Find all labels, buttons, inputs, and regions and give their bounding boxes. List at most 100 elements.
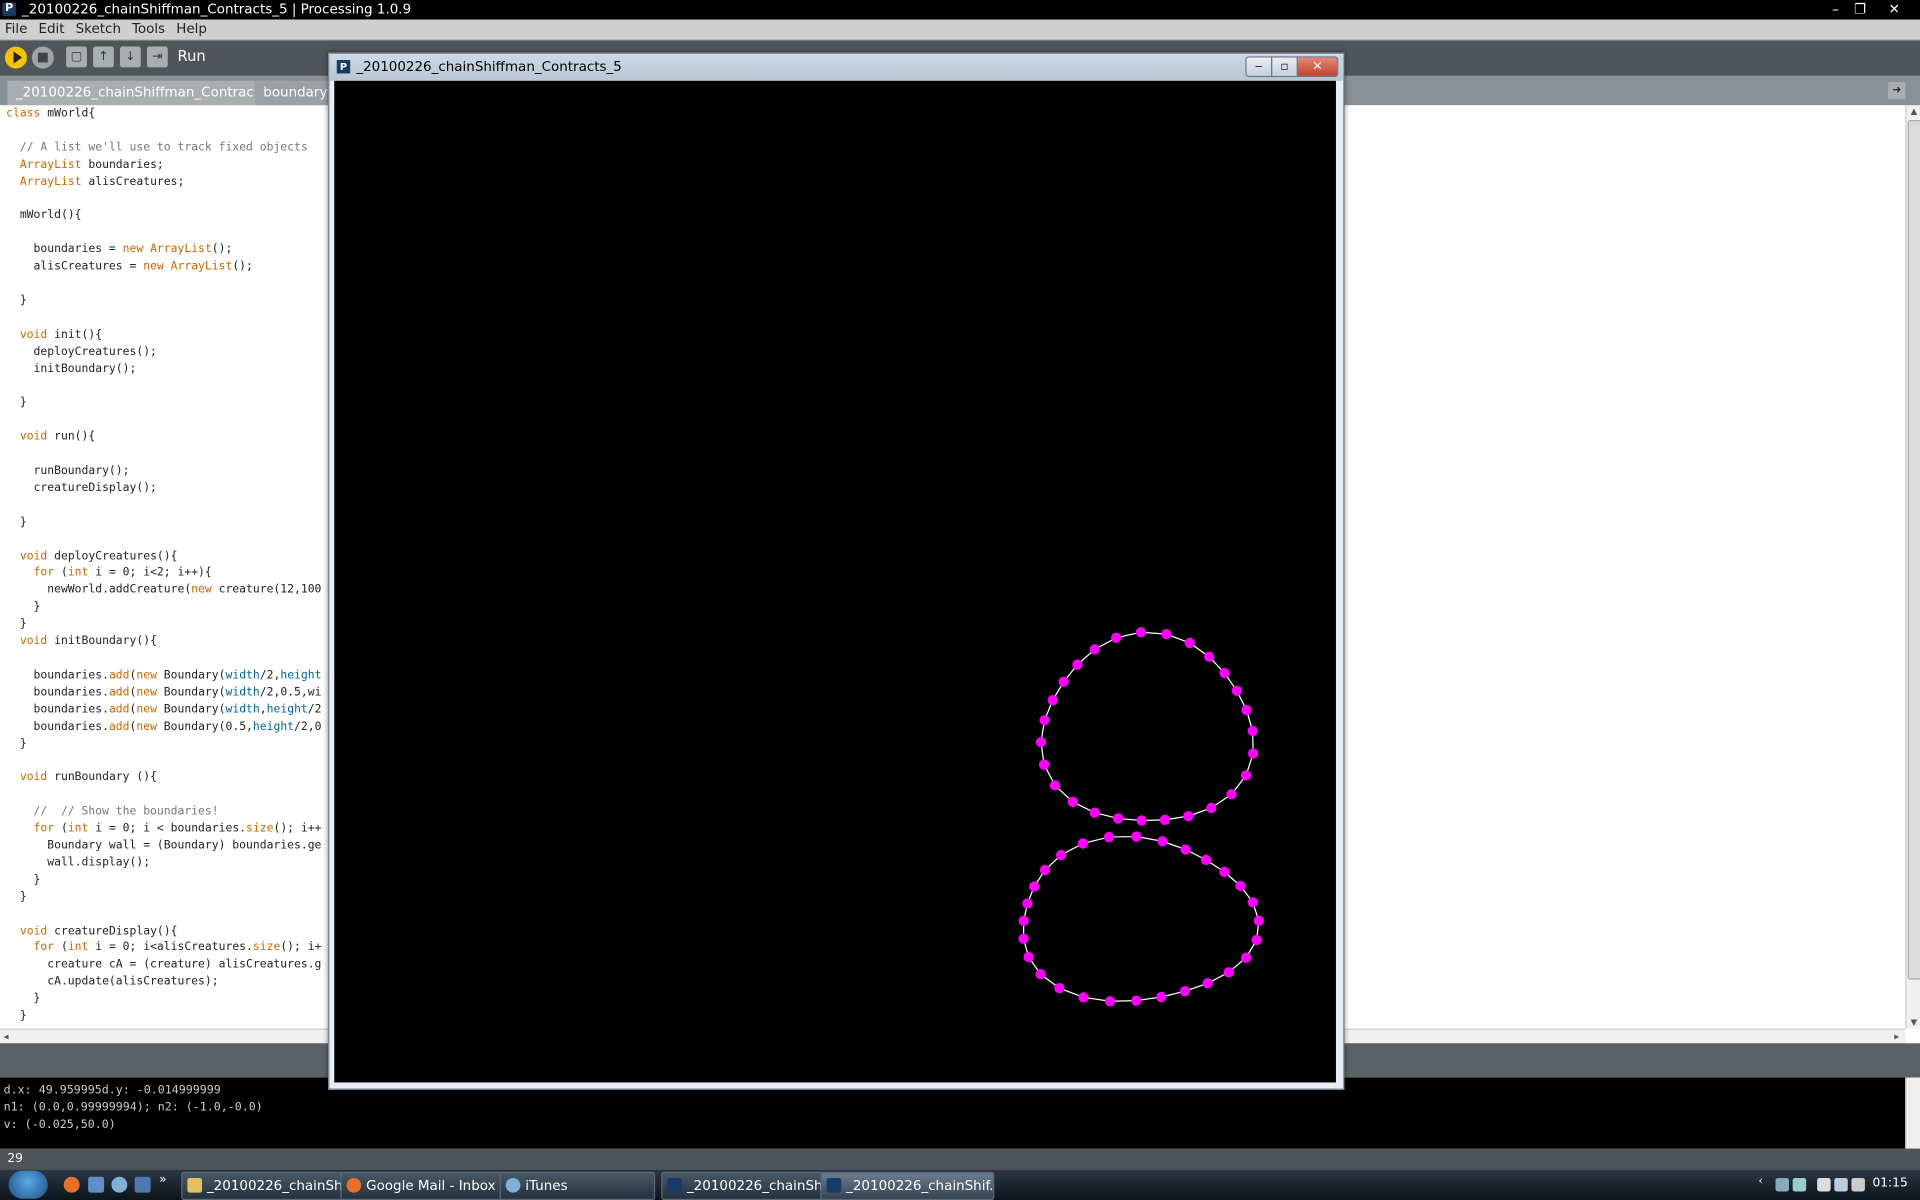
taskbar-item-label: _20100226_chainShif...	[686, 1177, 836, 1194]
creature-node	[1047, 695, 1058, 706]
stop-icon[interactable]	[31, 46, 54, 69]
export-icon[interactable]: ⇥	[146, 46, 168, 68]
sketch-window-title: _20100226_chainShiffman_Contracts_5	[356, 58, 622, 75]
creature-node	[1111, 632, 1122, 643]
creature-node	[1089, 807, 1100, 818]
taskbar: » _20100226_chainShif... Google Mail - I…	[0, 1169, 1920, 1200]
taskbar-item-label: _20100226_chainShif...	[846, 1177, 995, 1194]
creature-node	[1253, 915, 1264, 926]
creature-node	[1035, 737, 1047, 748]
creature-node	[1235, 880, 1246, 891]
restore-icon[interactable]: ❐	[1849, 1, 1871, 17]
clock: 01:15	[1872, 1176, 1908, 1191]
run-icon[interactable]	[4, 46, 27, 69]
creature-node	[1251, 934, 1262, 946]
menu-tools[interactable]: Tools	[127, 20, 171, 40]
sketch-close-icon[interactable]: ✕	[1296, 56, 1339, 78]
creature-node	[1049, 780, 1061, 791]
creature-node	[1018, 933, 1029, 944]
processing-icon: P	[336, 60, 351, 74]
creature-node	[1077, 838, 1089, 849]
creature-node	[1179, 986, 1191, 997]
menu-sketch[interactable]: Sketch	[71, 20, 127, 40]
scroll-thumb[interactable]	[1907, 120, 1920, 980]
show-desktop-icon[interactable]	[88, 1176, 105, 1193]
close-icon[interactable]: ✕	[1883, 1, 1905, 17]
creature-node	[1231, 685, 1242, 696]
creature-node	[1039, 864, 1051, 876]
creature-node	[1072, 659, 1083, 670]
creature-node	[1226, 789, 1237, 800]
tray-app-icon[interactable]	[1792, 1177, 1807, 1192]
menu-help[interactable]: Help	[171, 20, 213, 40]
creature-node	[1223, 967, 1234, 978]
window-title: _20100226_chainShiffman_Contracts_5 | Pr…	[22, 1, 412, 18]
code-text[interactable]: class mWorld{ // A list we'll use to tra…	[6, 105, 321, 1025]
menu-edit[interactable]: Edit	[34, 20, 71, 40]
sketch-window-titlebar[interactable]: P _20100226_chainShiffman_Contracts_5 ‒ …	[329, 53, 1344, 81]
creature-node	[1038, 759, 1050, 770]
tab-menu-arrow-icon[interactable]: ➜	[1888, 82, 1906, 100]
console-line: n1: (0.0,0.99999994); n2: (-1.0,-0.0)	[3, 1100, 263, 1115]
sketch-canvas[interactable]	[334, 80, 1336, 1083]
scroll-down-icon[interactable]: ▼	[1907, 1018, 1920, 1028]
creature-node	[1023, 951, 1034, 963]
creature-node	[1184, 637, 1195, 649]
tray-expand-icon[interactable]: ‹	[1758, 1176, 1771, 1189]
new-icon[interactable]: ▢	[66, 46, 87, 68]
creature-node	[1039, 715, 1050, 726]
document-icon	[187, 1177, 203, 1193]
volume-icon[interactable]	[1851, 1177, 1865, 1192]
editor-vertical-scrollbar[interactable]: ▲ ▼	[1905, 105, 1920, 1029]
tab-boundary[interactable]: boundary	[254, 80, 337, 106]
creature-node	[1240, 770, 1252, 781]
console-line: d.x: 49.959995d.y: -0.014999999	[3, 1083, 221, 1098]
sketch-maximize-icon[interactable]: ▫	[1271, 56, 1298, 78]
quicklaunch-more-icon[interactable]: »	[159, 1173, 175, 1189]
open-icon[interactable]: ↑	[93, 46, 114, 68]
scroll-up-icon[interactable]: ▲	[1907, 107, 1920, 117]
network-icon[interactable]	[1775, 1177, 1789, 1192]
taskbar-item-label: Google Mail - Inbox ...	[366, 1177, 513, 1194]
creature-node	[1135, 627, 1147, 638]
line-number: 29	[7, 1152, 23, 1166]
creature-node	[1103, 831, 1115, 843]
creature-links	[1022, 835, 1260, 1002]
creature-node	[1157, 836, 1168, 847]
system-tray: ‹ 01:15	[1756, 1169, 1920, 1200]
creature-node	[1131, 831, 1142, 842]
start-button-icon[interactable]	[8, 1170, 48, 1199]
taskbar-item[interactable]: _20100226_chainShif...	[181, 1171, 356, 1200]
tray-monitor-icon[interactable]	[1817, 1177, 1831, 1192]
tab-main-sketch[interactable]: _20100226_chainShiffman_Contracts_5	[7, 80, 291, 106]
minimize-icon[interactable]: –	[1825, 1, 1847, 17]
taskbar-item[interactable]: _20100226_chainShif...	[661, 1171, 836, 1200]
sketch-minimize-icon[interactable]: ‒	[1245, 56, 1273, 78]
taskbar-item-label: _20100226_chainShif...	[206, 1177, 356, 1194]
sketch-window[interactable]: P _20100226_chainShiffman_Contracts_5 ‒ …	[328, 52, 1345, 1090]
creature-node	[1104, 996, 1116, 1007]
creature-node	[1054, 983, 1065, 994]
save-icon[interactable]: ↓	[120, 46, 141, 68]
creature-node	[1180, 844, 1191, 855]
taskbar-item[interactable]: Google Mail - Inbox ...	[340, 1171, 515, 1200]
creature-links	[1040, 631, 1254, 822]
firefox-icon[interactable]	[63, 1176, 80, 1193]
taskbar-item[interactable]: iTunes	[499, 1171, 656, 1200]
creature-node	[1202, 978, 1213, 989]
taskbar-item-active[interactable]: _20100226_chainShif...	[820, 1171, 995, 1200]
menu-file[interactable]: File	[0, 20, 34, 40]
creature-drawing	[1018, 627, 1264, 1007]
creature-node	[1078, 992, 1089, 1003]
explorer-icon[interactable]	[134, 1176, 151, 1193]
battery-icon[interactable]	[1834, 1177, 1848, 1192]
creature-node	[1247, 725, 1258, 737]
window-titlebar: P _20100226_chainShiffman_Contracts_5 | …	[0, 0, 1920, 20]
creature-node	[1161, 629, 1172, 640]
creature-node	[1035, 969, 1046, 980]
console-scrollbar[interactable]	[1905, 1077, 1920, 1149]
creature-node	[1200, 854, 1212, 866]
itunes-icon[interactable]	[111, 1176, 128, 1193]
creature-node	[1055, 849, 1067, 861]
creature-node	[1022, 898, 1033, 909]
